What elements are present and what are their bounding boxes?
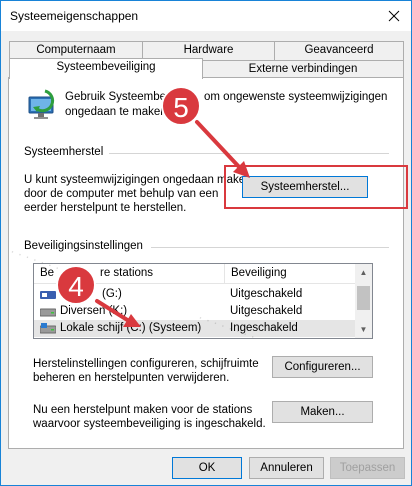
step-badge-4: 4 (56, 265, 96, 305)
system-properties-window: Systeemeigenschappen Computernaam Hardwa… (0, 0, 412, 486)
callout-arrows (95, 120, 250, 327)
step-badge-5: 5 (161, 86, 201, 126)
